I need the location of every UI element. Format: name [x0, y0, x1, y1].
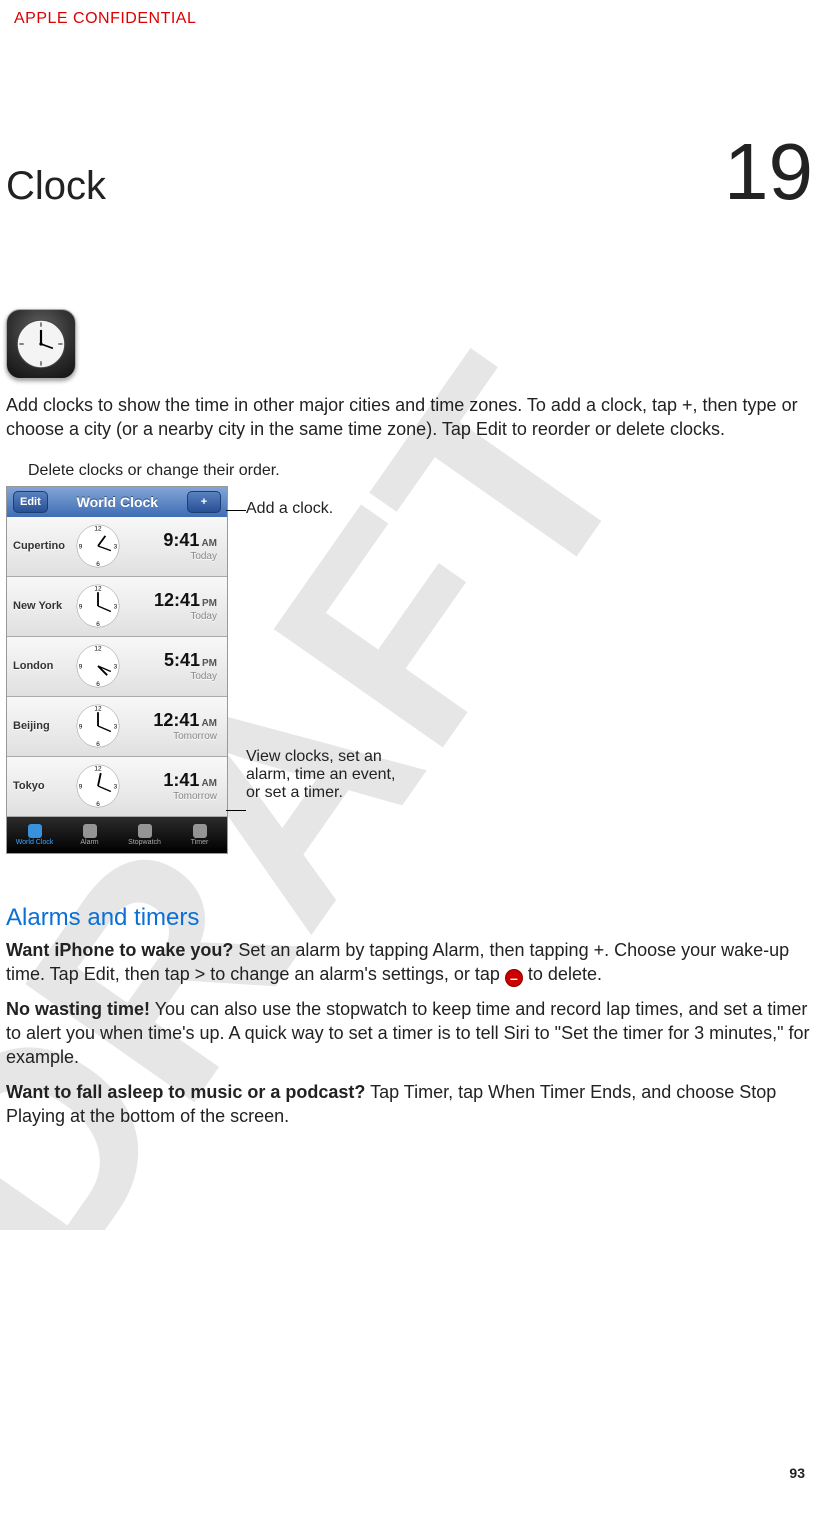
svg-text:9: 9 — [79, 603, 83, 610]
ampm-label: AM — [201, 718, 217, 729]
svg-text:6: 6 — [96, 621, 100, 628]
analog-clock-icon: 12 3 6 9 — [75, 763, 121, 809]
time-value: 12:41 — [153, 710, 199, 730]
svg-text:6: 6 — [96, 801, 100, 808]
alarm-icon — [83, 824, 97, 838]
callout-tab-bar: View clocks, set an alarm, time an event… — [246, 748, 396, 802]
paragraph-wake: Want iPhone to wake you? Set an alarm by… — [6, 938, 817, 987]
stopwatch-icon — [138, 824, 152, 838]
navbar-title: World Clock — [77, 494, 158, 510]
analog-clock-icon: 12 3 6 9 — [75, 523, 121, 569]
lead-in: Want to fall asleep to music or a podcas… — [6, 1082, 365, 1102]
day-label: Tomorrow — [125, 791, 217, 802]
tab-label: Alarm — [80, 839, 98, 846]
clock-row[interactable]: Cupertino 12 3 6 9 9:41AM Today — [7, 517, 227, 577]
clock-row[interactable]: Tokyo 12 3 6 9 1:41AM Tomorrow — [7, 757, 227, 817]
navbar: Edit World Clock + — [7, 487, 227, 517]
svg-text:12: 12 — [94, 705, 102, 712]
paragraph-sleep-timer: Want to fall asleep to music or a podcas… — [6, 1080, 817, 1129]
svg-text:9: 9 — [79, 783, 83, 790]
svg-text:3: 3 — [114, 543, 118, 550]
ampm-label: PM — [202, 598, 217, 609]
chapter-title: Clock — [6, 164, 106, 209]
city-label: London — [13, 660, 71, 672]
page-number: 93 — [789, 1465, 805, 1481]
time-value: 9:41 — [163, 530, 199, 550]
callout-add-clock: Add a clock. — [246, 500, 396, 518]
chapter-number: 19 — [724, 140, 813, 204]
svg-text:6: 6 — [96, 741, 100, 748]
paragraph-stopwatch: No wasting time! You can also use the st… — [6, 997, 817, 1070]
svg-text:12: 12 — [94, 645, 102, 652]
svg-text:3: 3 — [114, 603, 118, 610]
svg-text:6: 6 — [96, 561, 100, 568]
intro-text: Add clocks to show the time in other maj… — [6, 393, 817, 442]
city-label: Beijing — [13, 720, 71, 732]
clock-row[interactable]: New York 12 3 6 9 12:41PM Today — [7, 577, 227, 637]
delete-icon: – — [505, 969, 523, 987]
analog-clock-icon: 12 3 6 9 — [75, 583, 121, 629]
timer-icon — [193, 824, 207, 838]
clock-app-icon — [6, 309, 76, 379]
lead-in: Want iPhone to wake you? — [6, 940, 233, 960]
tab-label: Stopwatch — [128, 839, 161, 846]
city-label: Tokyo — [13, 780, 71, 792]
svg-text:9: 9 — [79, 543, 83, 550]
lead-in: No wasting time! — [6, 999, 150, 1019]
ampm-label: AM — [201, 538, 217, 549]
ampm-label: PM — [202, 658, 217, 669]
tab-bar: World Clock Alarm Stopwatch Timer — [7, 817, 227, 853]
city-label: New York — [13, 600, 71, 612]
callout-delete-reorder: Delete clocks or change their order. — [28, 462, 817, 480]
tab-timer[interactable]: Timer — [172, 817, 227, 853]
day-label: Today — [125, 551, 217, 562]
svg-text:3: 3 — [114, 723, 118, 730]
svg-text:12: 12 — [94, 525, 102, 532]
tab-label: World Clock — [16, 839, 54, 846]
day-label: Today — [125, 611, 217, 622]
ampm-label: AM — [201, 778, 217, 789]
add-clock-button[interactable]: + — [187, 491, 221, 513]
time-value: 12:41 — [154, 590, 200, 610]
time-value: 5:41 — [164, 650, 200, 670]
analog-clock-icon: 12 3 6 9 — [75, 643, 121, 689]
clock-row[interactable]: Beijing 12 3 6 9 12:41AM Tomorrow — [7, 697, 227, 757]
section-heading-alarms: Alarms and timers — [6, 904, 817, 932]
world-clock-screenshot: Edit World Clock + Cupertino 12 3 6 9 9:… — [6, 486, 228, 854]
svg-text:9: 9 — [79, 663, 83, 670]
clock-row[interactable]: London 12 3 6 9 5:41PM Today — [7, 637, 227, 697]
day-label: Tomorrow — [125, 731, 217, 742]
tab-world-clock[interactable]: World Clock — [7, 817, 62, 853]
city-label: Cupertino — [13, 540, 71, 552]
svg-text:6: 6 — [96, 681, 100, 688]
edit-button[interactable]: Edit — [13, 491, 48, 513]
svg-text:3: 3 — [114, 783, 118, 790]
svg-text:3: 3 — [114, 663, 118, 670]
svg-text:12: 12 — [94, 765, 102, 772]
time-value: 1:41 — [163, 770, 199, 790]
tab-label: Timer — [191, 839, 209, 846]
day-label: Today — [125, 671, 217, 682]
svg-text:9: 9 — [79, 723, 83, 730]
analog-clock-icon: 12 3 6 9 — [75, 703, 121, 749]
globe-icon — [28, 824, 42, 838]
tab-stopwatch[interactable]: Stopwatch — [117, 817, 172, 853]
svg-text:12: 12 — [94, 585, 102, 592]
tab-alarm[interactable]: Alarm — [62, 817, 117, 853]
